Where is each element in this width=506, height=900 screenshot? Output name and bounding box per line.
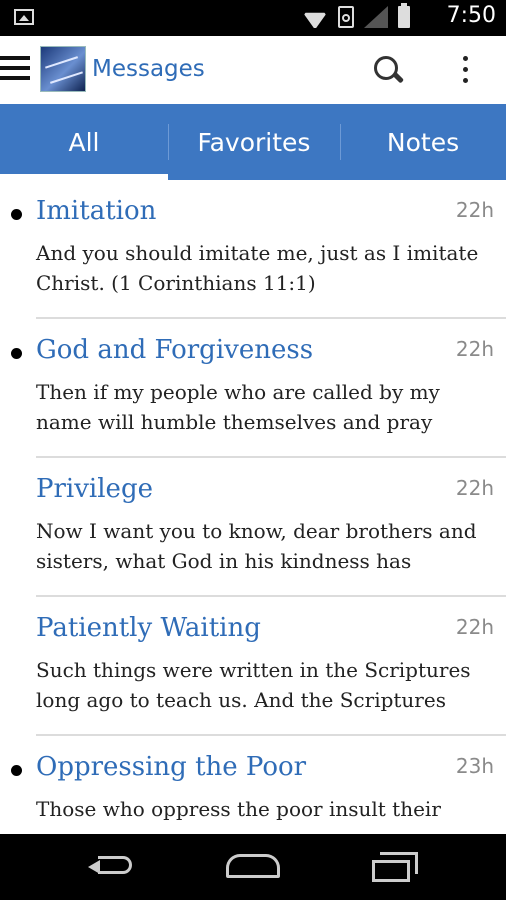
- tab-all[interactable]: All: [0, 104, 168, 180]
- app-bar: Messages: [0, 36, 506, 104]
- status-time: 7:50: [446, 3, 496, 28]
- message-item[interactable]: Imitation 22h And you should imitate me,…: [0, 180, 506, 319]
- navigation-bar: [0, 834, 506, 900]
- unread-dot-icon: [11, 765, 22, 776]
- message-title: Patiently Waiting: [36, 613, 261, 643]
- battery-icon: [398, 3, 410, 28]
- message-time: 22h: [455, 615, 494, 639]
- message-time: 22h: [455, 476, 494, 500]
- message-preview: Now I want you to know, dear brothers an…: [36, 519, 477, 573]
- home-icon[interactable]: [226, 854, 280, 878]
- message-title: Oppressing the Poor: [36, 752, 307, 782]
- wifi-icon: [302, 6, 328, 28]
- message-time: 22h: [455, 337, 494, 361]
- page-title: Messages: [92, 56, 205, 82]
- lock-icon: [338, 6, 354, 28]
- recents-icon[interactable]: [372, 852, 418, 882]
- message-item[interactable]: God and Forgiveness 22h Then if my peopl…: [0, 319, 506, 458]
- message-title: Privilege: [36, 474, 153, 504]
- message-title: God and Forgiveness: [36, 335, 314, 365]
- message-preview: And you should imitate me, just as I imi…: [36, 241, 479, 295]
- message-list: Imitation 22h And you should imitate me,…: [0, 180, 506, 834]
- app-logo[interactable]: [40, 46, 86, 92]
- status-icons: [302, 3, 410, 28]
- message-preview: Then if my people who are called by my n…: [36, 380, 440, 434]
- message-preview: Those who oppress the poor insult their: [36, 797, 441, 821]
- signal-icon: [364, 6, 388, 28]
- unread-dot-icon: [11, 209, 22, 220]
- message-time: 23h: [455, 754, 494, 778]
- message-title: Imitation: [36, 196, 157, 226]
- back-icon[interactable]: [88, 854, 136, 878]
- search-icon[interactable]: [372, 54, 405, 86]
- message-item[interactable]: Oppressing the Poor 23h Those who oppres…: [0, 736, 506, 834]
- menu-icon[interactable]: [0, 50, 32, 90]
- message-preview: Such things were written in the Scriptur…: [36, 658, 471, 712]
- message-item[interactable]: Privilege 22h Now I want you to know, de…: [0, 458, 506, 597]
- image-icon: [14, 9, 34, 25]
- more-vert-icon[interactable]: [460, 56, 472, 86]
- tab-bar: All Favorites Notes: [0, 104, 506, 180]
- message-item[interactable]: Patiently Waiting 22h Such things were w…: [0, 597, 506, 736]
- message-time: 22h: [455, 198, 494, 222]
- unread-dot-icon: [11, 348, 22, 359]
- status-bar: 7:50: [0, 0, 506, 36]
- tab-favorites[interactable]: Favorites: [168, 104, 340, 180]
- tab-notes[interactable]: Notes: [340, 104, 506, 180]
